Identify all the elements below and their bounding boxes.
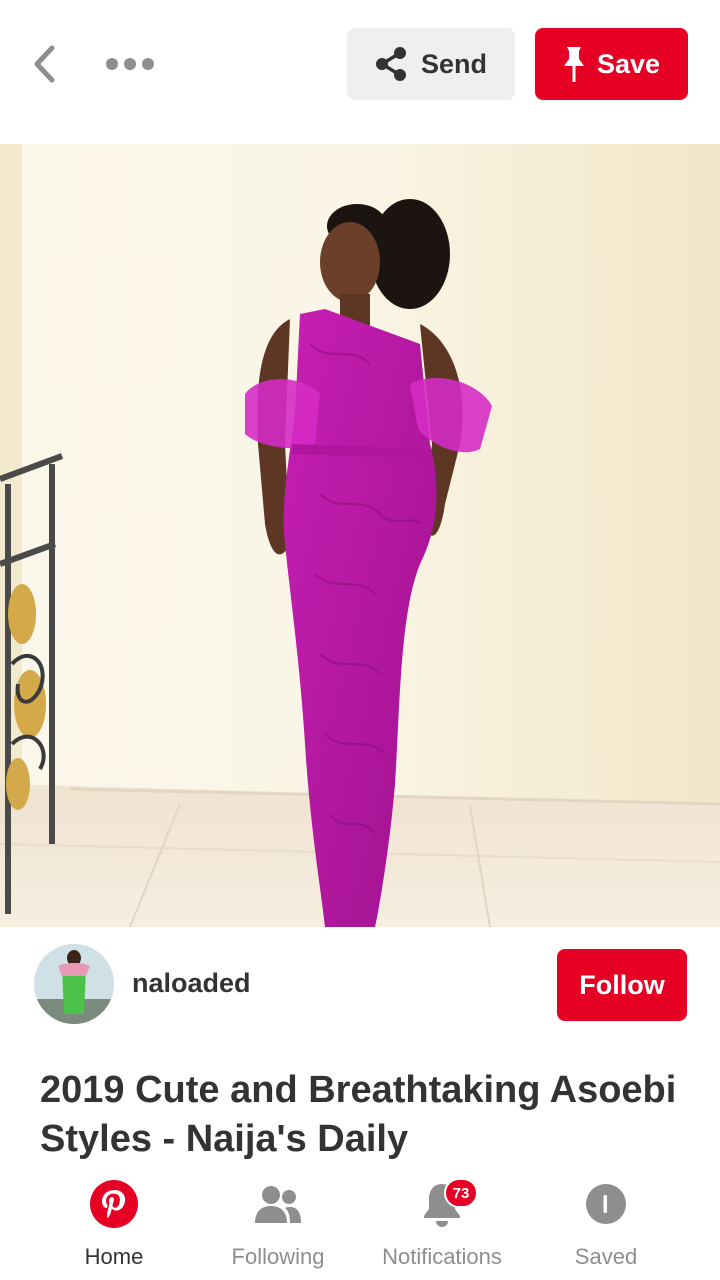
nav-home-label: Home <box>84 1244 144 1269</box>
save-button[interactable]: Save <box>535 28 688 100</box>
nav-saved-label: Saved <box>574 1244 638 1269</box>
creator-username[interactable]: naloaded <box>132 968 251 999</box>
nav-notifications-label: Notifications <box>382 1244 502 1269</box>
top-bar: Send Save <box>0 0 720 128</box>
follow-button[interactable]: Follow <box>557 949 687 1021</box>
nav-following-label: Following <box>231 1244 325 1269</box>
pin-photo <box>0 144 720 927</box>
more-options-button[interactable] <box>100 44 160 84</box>
pin-title: 2019 Cute and Breathtaking Asoebi Styles… <box>40 1069 677 1160</box>
avatar-photo <box>34 944 114 1024</box>
save-label: Save <box>596 48 661 79</box>
notification-count-badge: 73 <box>444 1178 478 1208</box>
bottom-nav: Home Following 73 Notifications Saved <box>0 1168 720 1280</box>
nav-home[interactable]: Home <box>64 1168 164 1280</box>
pushpin-icon <box>563 47 584 82</box>
avatar[interactable] <box>34 944 114 1024</box>
people-icon <box>255 1186 301 1223</box>
send-label: Send <box>420 48 487 79</box>
pinterest-logo-icon <box>90 1180 138 1228</box>
back-button[interactable] <box>22 40 66 88</box>
share-icon <box>375 47 406 81</box>
nav-notifications[interactable]: 73 Notifications <box>376 1168 508 1280</box>
send-button[interactable]: Send <box>347 28 515 100</box>
pin-image[interactable] <box>0 144 720 927</box>
nav-saved[interactable]: Saved <box>560 1168 652 1280</box>
ellipsis-icon <box>106 58 154 70</box>
profile-icon <box>586 1184 626 1224</box>
chevron-left-icon <box>34 45 55 83</box>
creator-row: naloaded Follow <box>0 940 720 1036</box>
nav-following[interactable]: Following <box>222 1168 334 1280</box>
